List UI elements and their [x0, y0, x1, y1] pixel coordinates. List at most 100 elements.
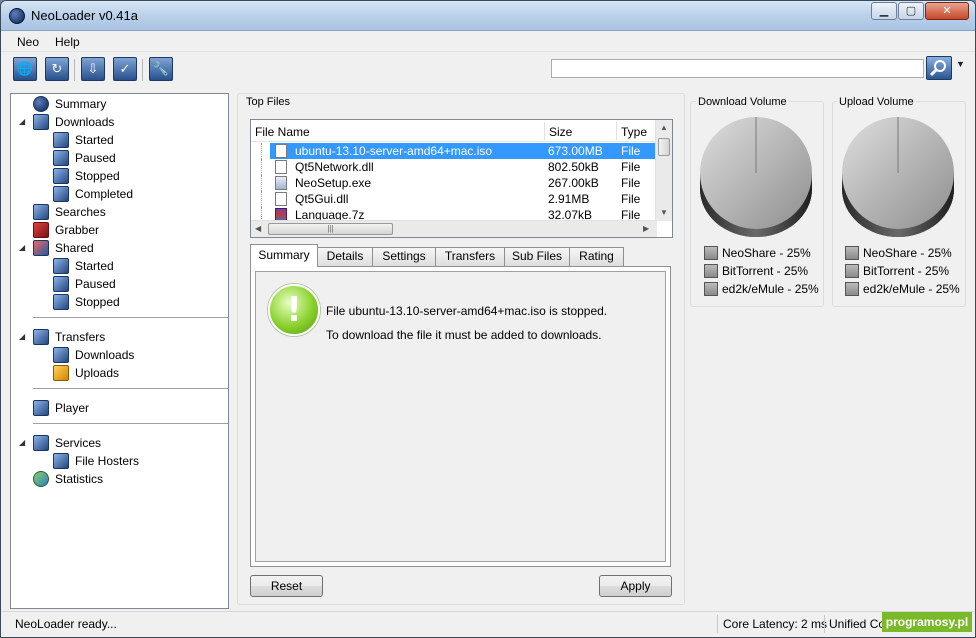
sidebar-item-player[interactable]: Player [33, 399, 89, 417]
column-header-size[interactable]: Size [549, 125, 572, 139]
tab-details[interactable]: Details [317, 247, 373, 266]
scroll-left-icon[interactable]: ◀ [255, 224, 261, 233]
scroll-thumb[interactable]: ||| [268, 223, 393, 235]
uploads-icon [53, 365, 69, 381]
sidebar-item-downloads-stopped[interactable]: Stopped [53, 167, 120, 185]
file-size-cell: 802.50kB [548, 160, 599, 174]
tree-line [261, 143, 262, 159]
sidebar-item-file-hosters[interactable]: File Hosters [53, 452, 139, 470]
completed-icon [53, 186, 69, 202]
file-size-cell: 673.00MB [548, 144, 603, 158]
sidebar-item-services[interactable]: Services [33, 434, 101, 452]
minimize-button[interactable]: ▁ [871, 2, 897, 20]
sidebar-item-transfers-downloads[interactable]: Downloads [53, 346, 134, 364]
tab-rating[interactable]: Rating [569, 247, 624, 266]
legend-swatch [704, 282, 718, 296]
column-header-type[interactable]: Type [621, 125, 647, 139]
sidebar-item-label: Started [75, 259, 114, 273]
top-files-title: Top Files [246, 96, 291, 108]
tree-line [261, 159, 262, 175]
sidebar-item-label: Paused [75, 277, 116, 291]
legend-label: ed2k/eMule - 25% [722, 282, 819, 296]
reset-button[interactable]: Reset [250, 575, 323, 597]
download-button[interactable]: ⇩ [81, 57, 105, 81]
horizontal-scrollbar[interactable]: ◀ ||| ▶ [251, 220, 657, 237]
paused-icon [53, 150, 69, 166]
shared-icon [33, 240, 49, 256]
apply-button[interactable]: Apply [599, 575, 672, 597]
search-input[interactable] [551, 59, 924, 78]
search-dropdown-icon[interactable]: ▼ [956, 59, 965, 69]
tab-sub-files[interactable]: Sub Files [504, 247, 570, 266]
legend-label: NeoShare - 25% [722, 246, 811, 260]
tab-transfers[interactable]: Transfers [435, 247, 505, 266]
table-row[interactable]: ubuntu-13.10-server-amd64+mac.iso 673.00… [251, 143, 657, 159]
upload-volume-pie [842, 117, 954, 237]
sidebar-item-shared[interactable]: Shared [33, 239, 94, 257]
statistics-icon [33, 471, 49, 487]
sidebar-item-shared-stopped[interactable]: Stopped [53, 293, 120, 311]
maximize-button[interactable]: ▢ [898, 2, 924, 20]
toolbar-separator [142, 59, 143, 81]
table-row[interactable]: NeoSetup.exe 267.00kB File [251, 175, 657, 191]
sidebar-item-downloads[interactable]: Downloads [33, 113, 114, 131]
close-button[interactable]: ✕ [925, 2, 969, 20]
collapse-arrow-icon[interactable]: ◢ [19, 117, 25, 126]
top-files-list[interactable]: File Name Size Type ubuntu-13.10-server-… [250, 119, 673, 238]
vertical-scrollbar[interactable]: ▲ ▼ [655, 120, 672, 221]
search-button[interactable] [926, 56, 952, 80]
downloads-icon [33, 114, 49, 130]
sidebar-item-downloads-paused[interactable]: Paused [53, 149, 116, 167]
file-type-cell: File [621, 176, 641, 190]
collapse-arrow-icon[interactable]: ◢ [19, 243, 25, 252]
refresh-icon: ↻ [51, 61, 63, 76]
menu-neo[interactable]: Neo [17, 35, 39, 49]
sidebar-item-transfers[interactable]: Transfers [33, 328, 105, 346]
sidebar-item-label: Transfers [55, 330, 106, 344]
sidebar-item-shared-started[interactable]: Started [53, 257, 114, 275]
paused-icon [53, 276, 69, 292]
searches-icon [33, 204, 49, 220]
window-controls: ▁ ▢ ✕ [870, 2, 969, 20]
menu-help[interactable]: Help [55, 35, 80, 49]
status-message: NeoLoader ready... [15, 617, 117, 631]
sidebar-item-grabber[interactable]: Grabber [33, 221, 99, 239]
download-icon: ⇩ [87, 61, 99, 76]
scroll-up-icon[interactable]: ▲ [660, 123, 668, 132]
table-row[interactable]: Language.7z 32.07kB File [251, 207, 657, 221]
legend-item: BitTorrent - 25% [845, 263, 949, 279]
scroll-down-icon[interactable]: ▼ [660, 208, 668, 217]
disc-image-icon [275, 144, 287, 158]
table-row[interactable]: Qt5Network.dll 802.50kB File [251, 159, 657, 175]
checkmark-button[interactable]: ✓ [113, 57, 137, 81]
settings-button[interactable]: 🔧 [149, 57, 173, 81]
legend-label: BitTorrent - 25% [722, 264, 809, 278]
file-name-cell: NeoSetup.exe [295, 176, 372, 190]
scroll-thumb[interactable] [658, 138, 670, 156]
collapse-arrow-icon[interactable]: ◢ [19, 438, 25, 447]
executable-file-icon [275, 176, 287, 190]
sidebar-item-shared-paused[interactable]: Paused [53, 275, 116, 293]
sidebar-item-downloads-completed[interactable]: Completed [53, 185, 133, 203]
legend-item: ed2k/eMule - 25% [704, 281, 819, 297]
add-url-button[interactable]: 🌐 [13, 57, 37, 81]
sidebar-item-summary[interactable]: Summary [33, 95, 106, 113]
status-bar: NeoLoader ready... Core Latency: 2 ms Un… [1, 611, 975, 637]
sidebar-divider [33, 317, 228, 318]
sidebar-item-label: Stopped [75, 295, 120, 309]
file-size-cell: 2.91MB [548, 192, 590, 206]
sidebar-item-searches[interactable]: Searches [33, 203, 106, 221]
scroll-right-icon[interactable]: ▶ [643, 224, 649, 233]
sidebar-item-transfers-uploads[interactable]: Uploads [53, 364, 119, 382]
sidebar-divider [33, 388, 228, 389]
column-header-file-name[interactable]: File Name [255, 125, 310, 139]
refresh-button[interactable]: ↻ [45, 57, 69, 81]
table-row[interactable]: Qt5Gui.dll 2.91MB File [251, 191, 657, 207]
tab-settings[interactable]: Settings [372, 247, 436, 266]
transfers-icon [33, 329, 49, 345]
sidebar-item-downloads-started[interactable]: Started [53, 131, 114, 149]
collapse-arrow-icon[interactable]: ◢ [19, 332, 25, 341]
tab-panel: ! File ubuntu-13.10-server-amd64+mac.iso… [250, 266, 671, 567]
tab-summary[interactable]: Summary [250, 244, 318, 267]
sidebar-item-statistics[interactable]: Statistics [33, 470, 103, 488]
